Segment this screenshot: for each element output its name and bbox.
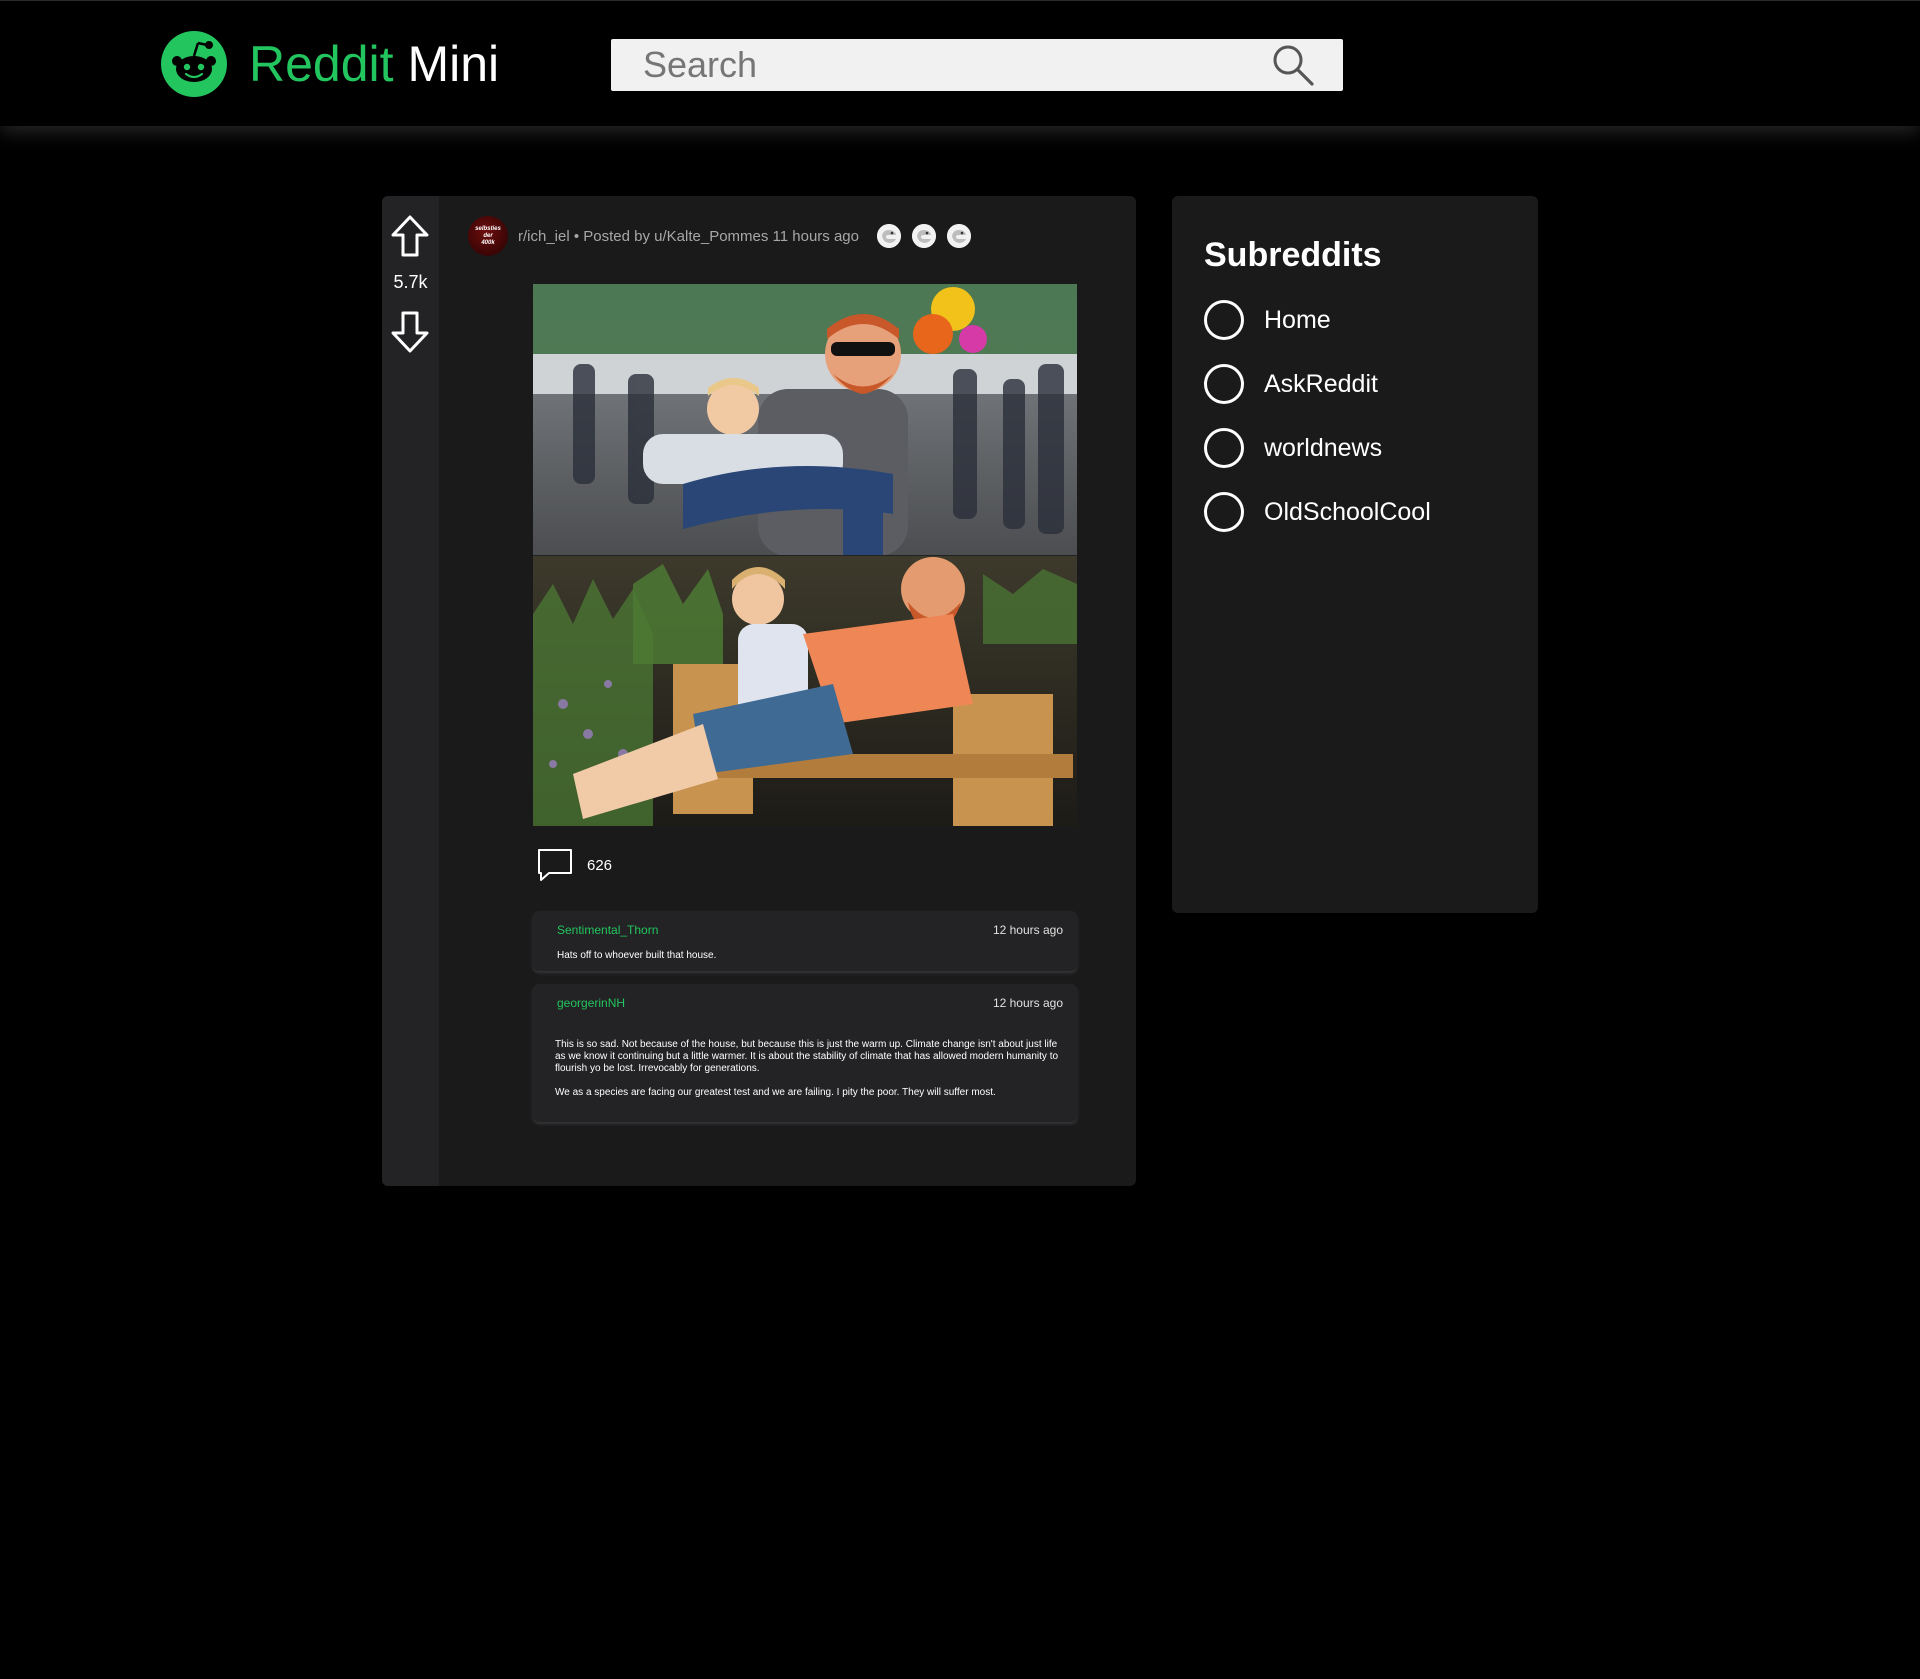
post-meta-text: r/ich_iel • Posted by u/Kalte_Pommes 11 … — [518, 227, 859, 245]
comment-timestamp: 12 hours ago — [992, 996, 1063, 1010]
subreddit-avatar-text-3: 400k — [481, 239, 495, 246]
radio-icon[interactable] — [1204, 364, 1244, 404]
subreddit-item-home[interactable]: Home — [1204, 300, 1431, 340]
comment-card: georgerinNH 12 hours ago This is so sad.… — [533, 984, 1077, 1122]
sidebar-title: Subreddits — [1204, 236, 1382, 274]
subreddit-label: AskReddit — [1264, 369, 1378, 398]
comment-paragraph: This is so sad. Not because of the house… — [555, 1039, 1059, 1074]
comment-timestamp: 12 hours ago — [992, 923, 1063, 937]
radio-icon[interactable] — [1204, 300, 1244, 340]
subreddit-item-oldschoolcool[interactable]: OldSchoolCool — [1204, 492, 1431, 532]
award-icon[interactable] — [912, 224, 936, 248]
subreddit-avatar-text-1: selbsties — [475, 225, 501, 232]
reddit-logo-icon — [161, 31, 227, 97]
post-image[interactable] — [533, 284, 1077, 826]
post-meta: selbsties der 400k r/ich_iel • Posted by… — [468, 216, 971, 256]
subreddits-sidebar: Subreddits Home AskReddit worldnews OldS… — [1172, 196, 1538, 913]
brand-name-first: Reddit — [249, 36, 394, 92]
top-navbar: Reddit Mini — [0, 0, 1920, 126]
award-icon[interactable] — [877, 224, 901, 248]
brand-name-second: Mini — [407, 36, 500, 92]
radio-icon[interactable] — [1204, 492, 1244, 532]
brand[interactable]: Reddit Mini — [161, 31, 499, 97]
vote-column: 5.7k — [382, 196, 439, 1186]
comment-body: Hats off to whoever built that house. — [557, 950, 1057, 962]
downvote-arrow-icon[interactable] — [390, 310, 430, 354]
search-icon[interactable] — [1271, 43, 1315, 87]
subreddit-item-askreddit[interactable]: AskReddit — [1204, 364, 1431, 404]
subreddit-label: OldSchoolCool — [1264, 497, 1431, 526]
subreddit-avatar[interactable]: selbsties der 400k — [468, 216, 508, 256]
subreddit-label: worldnews — [1264, 433, 1383, 462]
comment-bubble-icon — [538, 849, 572, 881]
radio-icon[interactable] — [1204, 428, 1244, 468]
post-card: 5.7k selbsties der 400k r/ich_iel • Post… — [382, 196, 1136, 1186]
comment-paragraph: We as a species are facing our greatest … — [555, 1087, 996, 1098]
comments-button[interactable]: 626 — [537, 848, 612, 882]
vote-score: 5.7k — [393, 272, 428, 292]
comment-body: This is so sad. Not because of the house… — [555, 1039, 1065, 1099]
comment-author[interactable]: georgerinNH — [557, 996, 625, 1010]
brand-name: Reddit Mini — [249, 31, 499, 97]
comment-count: 626 — [587, 856, 613, 874]
comment-author[interactable]: Sentimental_Thorn — [557, 923, 658, 937]
subreddit-item-worldnews[interactable]: worldnews — [1204, 428, 1431, 468]
search-bar — [611, 39, 1343, 91]
award-icon[interactable] — [947, 224, 971, 248]
subreddit-avatar-text-2: der — [483, 232, 493, 239]
subreddit-label: Home — [1264, 305, 1331, 334]
awards — [877, 224, 971, 248]
comment-paragraph: Hats off to whoever built that house. — [557, 950, 717, 961]
upvote-arrow-icon[interactable] — [390, 214, 430, 258]
search-input[interactable] — [611, 39, 1271, 91]
subreddit-list: Home AskReddit worldnews OldSchoolCool — [1204, 300, 1431, 556]
comment-card: Sentimental_Thorn 12 hours ago Hats off … — [533, 911, 1077, 971]
